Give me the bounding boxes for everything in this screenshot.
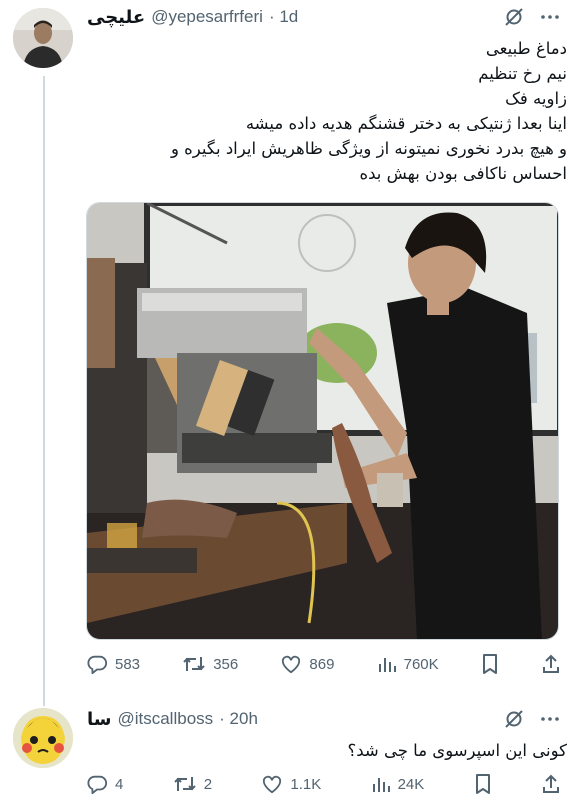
tweet-time[interactable]: · 1d (269, 7, 298, 27)
reply-button[interactable]: 4 (86, 773, 123, 795)
like-count: 869 (309, 655, 335, 673)
views-count: 760K (403, 655, 439, 673)
tweet-text: دماغ طبیعی نیم رخ تنظیم زاویه فک اینا بع… (87, 36, 567, 186)
retweet-icon (173, 773, 197, 795)
reply-text: کونی این اسپرسوی ما چی شد؟ (87, 738, 567, 763)
views-icon (371, 774, 391, 794)
bookmark-button[interactable] (481, 653, 499, 675)
reply-count: 583 (115, 655, 141, 673)
like-icon (280, 654, 302, 674)
grok-icon[interactable] (503, 6, 525, 33)
views-count: 24K (397, 775, 425, 793)
like-count: 1.1K (290, 775, 322, 793)
grok-icon[interactable] (503, 708, 525, 735)
reply-line: کونی این اسپرسوی ما چی شد؟ (347, 741, 567, 760)
reply-count: 4 (115, 775, 124, 793)
like-button[interactable]: 1.1K (261, 774, 321, 794)
avatar[interactable] (13, 708, 73, 768)
tweet-photo[interactable] (86, 202, 559, 640)
reply-header: سا @itscallboss · 20h (87, 707, 258, 731)
tweet-line: و هیچ بدرد نخوری نمیتونه از ویژگی ظاهریش… (170, 139, 567, 158)
tweet-line: احساس ناکافی بودن بهش بده (359, 164, 567, 183)
more-icon[interactable] (539, 6, 561, 33)
share-icon (541, 653, 561, 675)
more-icon[interactable] (539, 708, 561, 735)
thread-line (43, 76, 45, 706)
views-icon (377, 654, 397, 674)
tweet-line: دماغ طبیعی (485, 39, 567, 58)
share-button[interactable] (541, 653, 561, 675)
author-handle[interactable]: @itscallboss (117, 709, 213, 729)
views-button[interactable]: 760K (377, 654, 439, 674)
reply-icon (86, 653, 108, 675)
like-icon (261, 774, 283, 794)
tweet-header: علیچی @yepesarfrferi · 1d (87, 5, 298, 29)
share-button[interactable] (541, 773, 561, 795)
retweet-count: 2 (203, 775, 213, 793)
avatar[interactable] (13, 8, 73, 68)
tweet-line: نیم رخ تنظیم (478, 64, 567, 83)
reply-actions: 4 2 1.1K 24K (86, 771, 561, 797)
bookmark-icon (474, 773, 492, 795)
retweet-button[interactable]: 2 (173, 773, 212, 795)
retweet-button[interactable]: 356 (182, 653, 238, 675)
bookmark-button[interactable] (474, 773, 492, 795)
author-name[interactable]: سا (87, 709, 111, 730)
author-handle[interactable]: @yepesarfrferi (151, 7, 263, 27)
tweet-line: اینا بعدا ژنتیکی به دختر قشنگم هدیه داده… (245, 114, 567, 133)
retweet-icon (182, 653, 206, 675)
reply-button[interactable]: 583 (86, 653, 140, 675)
tweet-line: زاویه فک (505, 89, 567, 108)
like-button[interactable]: 869 (280, 654, 334, 674)
retweet-count: 356 (213, 655, 239, 673)
views-button[interactable]: 24K (371, 774, 425, 794)
tweet-time[interactable]: · 20h (219, 709, 258, 729)
reply-icon (86, 773, 108, 795)
share-icon (541, 773, 561, 795)
tweet-header-icons (503, 6, 561, 33)
bookmark-icon (481, 653, 499, 675)
tweet-actions: 583 356 869 760K (86, 651, 561, 677)
author-name[interactable]: علیچی (87, 7, 145, 28)
reply-header-icons (503, 708, 561, 735)
